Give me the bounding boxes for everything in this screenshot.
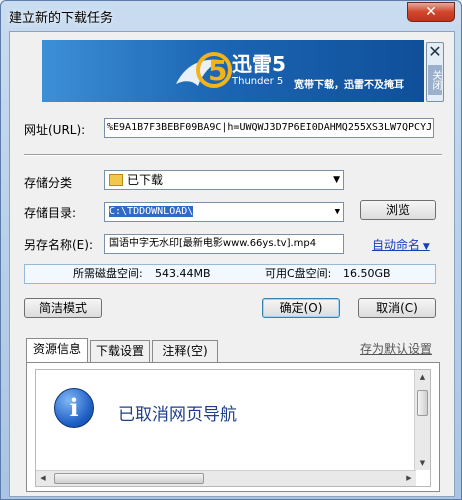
set-default-link[interactable]: 存为默认设置 (360, 340, 432, 357)
window-close-button[interactable]: ✕ (407, 2, 455, 22)
browse-button[interactable]: 浏览 (360, 200, 436, 220)
saveas-label: 另存名称(E): (24, 238, 93, 252)
thunder-bird-logo-icon: 5 (176, 52, 232, 88)
url-field[interactable]: %E9A1B7F3BEBF09BA9C|h=UWQWJ3D7P6EI0DAHMQ… (104, 118, 434, 138)
vertical-scrollbar[interactable]: ▲ ▼ (414, 370, 430, 470)
scroll-down-icon[interactable]: ▼ (415, 456, 430, 470)
side-close-label: 关闭 (428, 65, 442, 95)
saveas-field[interactable]: 国语中字无水印[最新电影www.66ys.tv].mp4 (104, 234, 344, 254)
auto-name-label: 自动命名 (372, 238, 421, 252)
vertical-scroll-thumb[interactable] (417, 390, 428, 416)
banner-slogan: 宽带下载，迅雷不及掩耳 (294, 80, 404, 91)
directory-value: C:\TDDOWNLOAD\ (109, 206, 194, 217)
auto-name-link[interactable]: 自动命名 ▼ (372, 236, 430, 253)
tab-download-settings[interactable]: 下载设置 (90, 340, 150, 362)
simple-mode-button[interactable]: 简洁模式 (24, 298, 102, 318)
available-space-label: 可用C盘空间: (265, 267, 332, 280)
category-value: 已下载 (127, 173, 164, 187)
title-bar[interactable]: 建立新的下载任务 ✕ (1, 1, 461, 31)
horizontal-scroll-thumb[interactable] (54, 473, 204, 484)
resource-info-panel: i 已取消网页导航 ▲ ▼ ◀ ▶ (26, 362, 440, 492)
cancel-button[interactable]: 取消(C) (358, 298, 436, 318)
category-label: 存储分类 (24, 176, 73, 190)
download-dialog-window: 建立新的下载任务 ✕ 5 迅雷5 Thunder 5 宽带下载，迅雷不及掩耳 ✕… (0, 0, 462, 500)
close-icon: ✕ (428, 42, 442, 61)
available-space-value: 16.50GB (343, 267, 391, 280)
chevron-down-icon: ▼ (333, 175, 340, 185)
scroll-right-icon[interactable]: ▶ (402, 471, 416, 486)
divider (24, 154, 442, 156)
tab-resource-info[interactable]: 资源信息 (26, 338, 88, 362)
svg-text:5: 5 (208, 54, 227, 87)
dir-label: 存储目录: (24, 206, 77, 220)
banner-subtitle: Thunder 5 (232, 76, 284, 87)
chevron-down-icon: ▼ (420, 242, 430, 252)
required-space-value: 543.44MB (155, 267, 211, 280)
category-select[interactable]: 已下载 ▼ (104, 170, 344, 190)
folder-icon (109, 174, 123, 186)
horizontal-scrollbar[interactable]: ◀ ▶ (36, 470, 416, 486)
url-label: 网址(URL): (24, 123, 86, 137)
disk-space-bar: 所需磁盘空间: 543.44MB 可用C盘空间: 16.50GB (24, 264, 436, 284)
navigation-cancelled-message: 已取消网页导航 (118, 405, 237, 425)
info-icon: i (54, 388, 94, 428)
thunder-banner: 5 迅雷5 Thunder 5 宽带下载，迅雷不及掩耳 (42, 40, 424, 102)
tab-notes[interactable]: 注释(空) (152, 340, 218, 362)
banner-brand: 迅雷5 (232, 52, 286, 76)
directory-select[interactable]: C:\TDDOWNLOAD\ ▼ (104, 202, 344, 222)
resource-info-view: i 已取消网页导航 ▲ ▼ ◀ ▶ (35, 369, 431, 487)
required-space-label: 所需磁盘空间: (73, 267, 143, 280)
scroll-left-icon[interactable]: ◀ (36, 471, 50, 486)
side-close-button[interactable]: ✕ 关闭 (426, 42, 444, 102)
dialog-body: 5 迅雷5 Thunder 5 宽带下载，迅雷不及掩耳 ✕ 关闭 网址(URL)… (9, 31, 455, 497)
chevron-down-icon: ▼ (334, 207, 340, 217)
scroll-up-icon[interactable]: ▲ (415, 370, 430, 384)
ok-button[interactable]: 确定(O) (262, 298, 340, 318)
window-title: 建立新的下载任务 (9, 11, 114, 26)
